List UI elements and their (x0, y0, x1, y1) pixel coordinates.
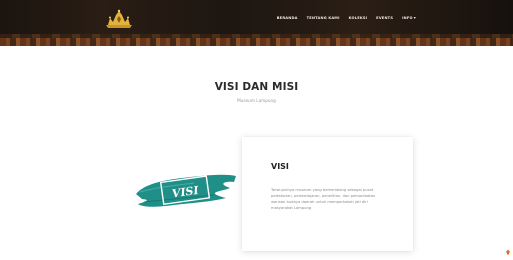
scroll-top-icon[interactable] (505, 249, 511, 255)
main-nav: BERANDA TENTANG KAMI KOLEKSI EVENTS INFO… (277, 15, 416, 20)
visi-brush-image: VISI (136, 174, 236, 207)
chevron-down-icon: ▾ (413, 15, 416, 20)
visi-card: VISI Terwujudnya museum yang berkembang … (242, 137, 413, 251)
visi-card-text: Terwujudnya museum yang berkembang sebag… (271, 188, 376, 210)
nav-item-info[interactable]: INFO▾ (402, 15, 416, 20)
page-subtitle: Museum Lampung (237, 98, 276, 103)
nav-item-info-label: INFO (402, 16, 413, 20)
museum-crown-logo[interactable] (104, 9, 134, 29)
nav-item-events[interactable]: EVENTS (376, 16, 393, 20)
visi-card-title: VISI (271, 162, 289, 171)
nav-item-beranda[interactable]: BERANDA (277, 16, 298, 20)
nav-item-tentang-kami[interactable]: TENTANG KAMI (307, 16, 340, 20)
page-title: VISI DAN MISI (214, 81, 299, 93)
nav-item-koleksi[interactable]: KOLEKSI (349, 16, 368, 20)
ornament-band (0, 38, 513, 46)
top-banner: BERANDA TENTANG KAMI KOLEKSI EVENTS INFO… (0, 0, 513, 46)
